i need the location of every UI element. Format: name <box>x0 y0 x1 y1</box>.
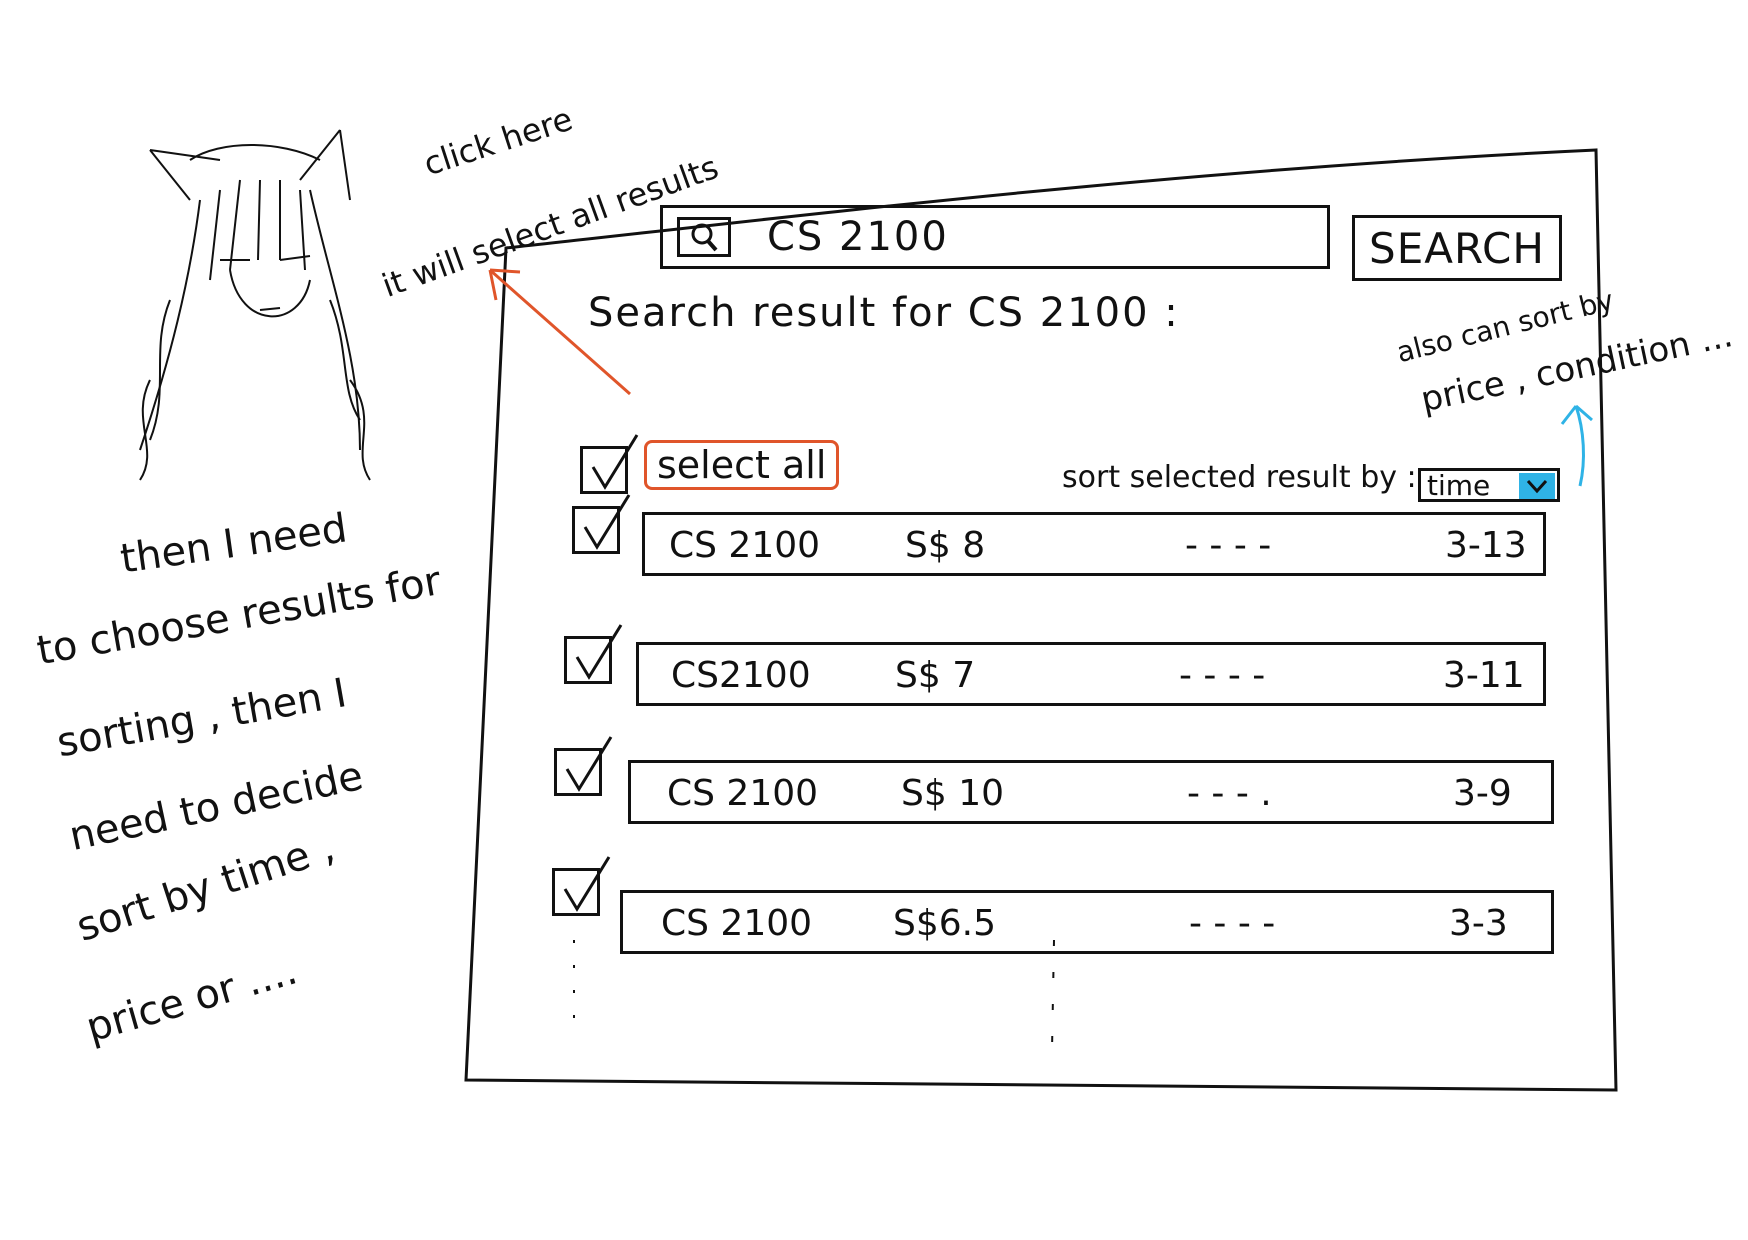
sort-dropdown[interactable]: time <box>1418 468 1560 502</box>
result-course-code: CS 2100 <box>669 525 821 566</box>
check-icon <box>565 736 613 792</box>
result-filler: - - - - <box>1179 655 1266 696</box>
sort-label: sort selected result by : <box>1062 460 1417 495</box>
continuation-dots <box>573 940 1055 1051</box>
chevron-down-icon[interactable] <box>1519 473 1555 499</box>
row-checkbox[interactable] <box>554 736 613 796</box>
result-price: S$ 10 <box>901 773 1005 814</box>
check-icon <box>575 624 623 680</box>
result-course-code: CS 2100 <box>667 773 819 814</box>
select-all-checkbox[interactable] <box>580 434 639 494</box>
check-icon <box>591 434 639 490</box>
sort-selected-value: time <box>1427 468 1491 502</box>
row-checkbox[interactable] <box>572 494 631 554</box>
result-date: 3-11 <box>1443 655 1525 696</box>
left-note-line: to choose results for <box>33 558 445 675</box>
row-checkbox[interactable] <box>552 856 611 916</box>
left-note-line: then I need <box>117 505 350 583</box>
search-query-text: CS 2100 <box>767 214 949 260</box>
check-icon <box>583 494 631 550</box>
left-note-line: sorting , then I <box>53 670 350 767</box>
result-date: 3-13 <box>1445 525 1527 566</box>
arrow-icon <box>488 268 631 396</box>
result-row[interactable]: CS 2100 S$ 10 - - - . 3-9 <box>628 760 1554 824</box>
search-icon <box>677 217 731 257</box>
result-course-code: CS 2100 <box>661 903 813 944</box>
arrow-icon <box>1560 404 1593 487</box>
search-button[interactable]: SEARCH <box>1352 215 1562 281</box>
result-date: 3-9 <box>1453 773 1512 814</box>
result-filler: - - - - <box>1185 525 1272 566</box>
left-note-line: price or .... <box>81 947 303 1052</box>
result-date: 3-3 <box>1449 903 1508 944</box>
search-input[interactable]: CS 2100 <box>660 205 1330 269</box>
row-checkbox[interactable] <box>564 624 623 684</box>
result-filler: - - - . <box>1187 773 1272 814</box>
result-price: S$ 7 <box>895 655 976 696</box>
result-price: S$6.5 <box>893 903 997 944</box>
result-row[interactable]: CS 2100 S$ 8 - - - - 3-13 <box>642 512 1546 576</box>
select-all-label[interactable]: select all <box>644 440 840 490</box>
cat-girl-doodle <box>139 129 371 481</box>
result-row[interactable]: CS2100 S$ 7 - - - - 3-11 <box>636 642 1546 706</box>
results-heading: Search result for CS 2100 : <box>588 290 1180 336</box>
result-filler: - - - - <box>1189 903 1276 944</box>
result-price: S$ 8 <box>905 525 986 566</box>
result-course-code: CS2100 <box>671 655 811 696</box>
check-icon <box>563 856 611 912</box>
